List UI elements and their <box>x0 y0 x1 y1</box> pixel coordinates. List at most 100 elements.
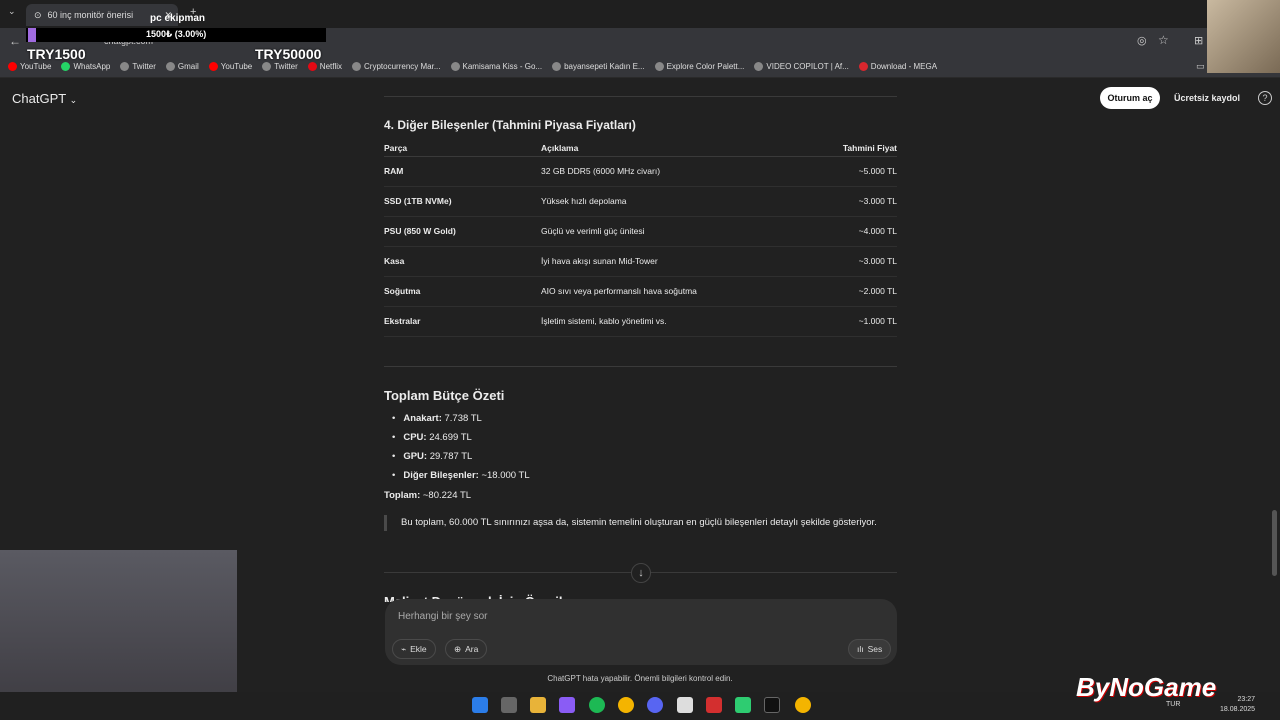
section-heading: 4. Diğer Bileşenler (Tahmini Piyasa Fiya… <box>384 118 636 132</box>
tab-search-icon[interactable]: ⌄ <box>8 6 16 17</box>
attach-button[interactable]: ⌁ Ekle <box>392 639 436 659</box>
file-icon[interactable] <box>677 697 693 713</box>
list-item: Anakart: 7.738 TL <box>392 409 530 428</box>
search-label: Ara <box>465 644 479 654</box>
list-item: GPU: 29.787 TL <box>392 447 530 466</box>
table-cell: Kasa <box>384 246 541 277</box>
prompt-input[interactable]: Herhangi bir şey sor <box>398 611 487 622</box>
search-button[interactable]: ⊕ Ara <box>445 639 488 659</box>
item-label: Diğer Bileşenler: <box>403 470 479 481</box>
globe-icon: ⊙ <box>34 9 42 20</box>
donation-bar-fill <box>28 28 37 42</box>
item-value: 24.699 TL <box>426 432 472 443</box>
list-item: Diğer Bileşenler: ~18.000 TL <box>392 466 530 485</box>
copilot-icon[interactable] <box>559 697 575 713</box>
budget-note: Bu toplam, 60.000 TL sınırınızı aşsa da,… <box>384 515 897 531</box>
table-cell: SSD (1TB NVMe) <box>384 186 541 217</box>
app-name: ChatGPT <box>12 91 66 106</box>
divider <box>384 96 897 97</box>
bookmarks-bar: YouTube WhatsApp Twitter Gmail YouTube Twitte… <box>0 56 1280 78</box>
table-header-row: Parça Açıklama Tahmini Fiyat <box>384 140 897 157</box>
time: 23:27 <box>1237 696 1256 703</box>
chrome-active-icon[interactable] <box>795 697 811 713</box>
language-indicator[interactable]: TUR <box>1166 701 1180 708</box>
table-cell: 32 GB DDR5 (6000 MHz civarı) <box>541 156 806 187</box>
model-selector[interactable]: ChatGPT ⌄ <box>12 91 77 106</box>
signup-button[interactable]: Ücretsiz kaydol <box>1168 87 1246 109</box>
voice-button[interactable]: ılı Ses <box>848 639 892 659</box>
bookmark-favicon-icon <box>262 62 272 71</box>
bookmark-favicon-icon <box>552 62 562 71</box>
bookmark-item[interactable]: Download - MEGA <box>858 62 938 71</box>
table-cell: ~5.000 TL <box>805 156 897 187</box>
bookmark-item[interactable]: VIDEO COPILOT | Af... <box>754 62 849 71</box>
bookmark-item[interactable]: bayansepeti Kadın E... <box>552 62 645 71</box>
bookmark-label: Twitter <box>132 62 156 71</box>
discord-icon[interactable] <box>647 697 663 713</box>
tab-title: 60 inç monitör önerisi <box>47 10 134 20</box>
bookmark-item[interactable]: Gmail <box>165 62 199 71</box>
app-icon[interactable] <box>735 697 751 713</box>
bookmark-item[interactable]: Netflix <box>307 62 342 71</box>
login-button[interactable]: Oturum aç <box>1100 87 1160 109</box>
table-row: Ekstralar İşletim sistemi, kablo yönetimi… <box>384 306 897 337</box>
folder-icon[interactable]: ▭ <box>1196 61 1205 72</box>
bookmark-item[interactable]: Twitter <box>120 62 156 71</box>
table-cell: ~3.000 TL <box>805 246 897 277</box>
start-icon[interactable] <box>472 697 488 713</box>
item-value: ~18.000 TL <box>478 470 530 481</box>
bookmark-favicon-icon <box>858 62 868 71</box>
item-label: Anakart: <box>403 413 442 424</box>
table-cell: Güçlü ve verimli güç ünitesi <box>541 216 806 247</box>
donation-min: TRY1500 <box>27 46 86 62</box>
bookmark-favicon-icon <box>120 62 130 71</box>
attach-label: Ekle <box>410 644 427 654</box>
explorer-icon[interactable] <box>530 697 546 713</box>
extensions-icon[interactable]: ⊞ <box>1194 34 1203 47</box>
bookmark-favicon-icon <box>307 62 317 71</box>
donation-title: pc ekipman <box>150 13 206 24</box>
bookmark-item[interactable]: Cryptocurrency Mar... <box>352 62 441 71</box>
scroll-down-button[interactable]: ↓ <box>631 563 651 583</box>
components-table: Parça Açıklama Tahmini Fiyat RAM 32 GB DD… <box>384 140 897 337</box>
table-cell: AIO sıvı veya performanslı hava soğutma <box>541 276 806 307</box>
app-icon[interactable] <box>706 697 722 713</box>
bookmark-label: Kamisama Kiss - Go... <box>462 62 543 71</box>
budget-heading: Toplam Bütçe Özeti <box>384 388 505 403</box>
star-icon[interactable]: ☆ <box>1158 33 1169 47</box>
task-view-icon[interactable] <box>501 697 517 713</box>
spotify-icon[interactable] <box>589 697 605 713</box>
bookmark-label: Download - MEGA <box>870 62 938 71</box>
clock[interactable]: 23:27 18.08.2025 <box>1220 695 1255 715</box>
bookmark-label: Twitter <box>274 62 298 71</box>
bookmark-item[interactable]: Twitter <box>262 62 298 71</box>
eye-off-icon[interactable]: ◎ <box>1137 34 1147 47</box>
bookmark-item[interactable]: YouTube <box>208 62 252 71</box>
bookmark-favicon-icon <box>8 62 17 71</box>
bookmark-label: WhatsApp <box>73 62 111 71</box>
voice-label: Ses <box>867 644 883 654</box>
obs-icon[interactable] <box>764 697 780 713</box>
table-row: RAM 32 GB DDR5 (6000 MHz civarı) ~5.000 TL <box>384 156 897 187</box>
help-icon[interactable]: ? <box>1258 91 1272 105</box>
chrome-icon[interactable] <box>618 697 634 713</box>
globe-icon: ⊕ <box>454 643 462 654</box>
bookmark-item[interactable]: Kamisama Kiss - Go... <box>450 62 543 71</box>
bookmark-favicon-icon <box>754 62 764 71</box>
table-cell: PSU (850 W Gold) <box>384 216 541 247</box>
item-label: CPU: <box>403 432 427 443</box>
waveform-icon: ılı <box>857 644 864 654</box>
back-icon[interactable]: ← <box>9 34 21 48</box>
table-cell: ~1.000 TL <box>805 306 897 337</box>
scrollbar[interactable] <box>1272 510 1277 576</box>
budget-total: Toplam: ~80.224 TL <box>384 490 471 501</box>
paperclip-icon: ⌁ <box>401 643 407 654</box>
bookmark-item[interactable]: Explore Color Palett... <box>654 62 744 71</box>
bookmark-item[interactable]: WhatsApp <box>61 62 110 71</box>
bookmark-label: VIDEO COPILOT | Af... <box>766 62 849 71</box>
bookmark-item[interactable]: YouTube <box>8 62 51 71</box>
table-row: Soğutma AIO sıvı veya performanslı hava s… <box>384 276 897 307</box>
bookmark-label: Cryptocurrency Mar... <box>364 62 441 71</box>
total-value: ~80.224 TL <box>420 490 472 501</box>
bookmark-favicon-icon <box>654 62 664 71</box>
